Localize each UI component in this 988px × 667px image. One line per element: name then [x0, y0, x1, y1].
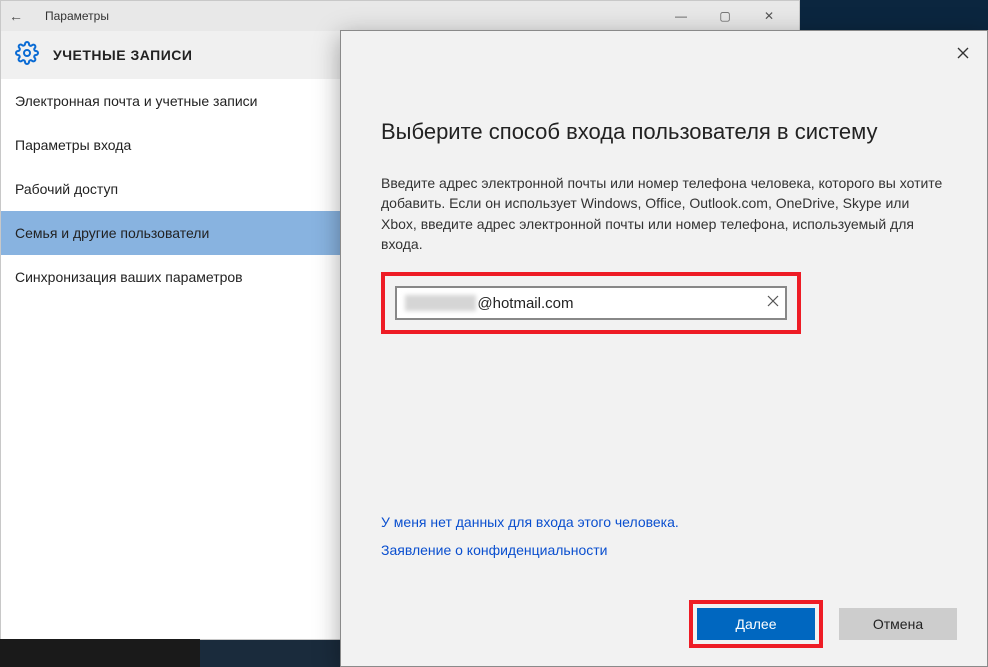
email-input[interactable] [477, 295, 755, 312]
next-button[interactable]: Далее [697, 608, 815, 640]
dialog-title: Выберите способ входа пользователя в сис… [381, 119, 947, 145]
maximize-button[interactable]: ▢ [703, 1, 747, 31]
email-input-container[interactable] [395, 286, 787, 320]
link-no-signin-info[interactable]: У меня нет данных для входа этого челове… [381, 514, 679, 530]
settings-sidebar: Электронная почта и учетные записи Парам… [1, 79, 341, 299]
next-button-callout: Далее [689, 600, 823, 648]
email-input-callout [381, 272, 801, 334]
link-privacy-statement[interactable]: Заявление о конфиденциальности [381, 542, 679, 558]
dialog-description: Введите адрес электронной почты или номе… [381, 173, 947, 254]
sidebar-item-work-access[interactable]: Рабочий доступ [1, 167, 341, 211]
dialog-buttons: Далее Отмена [689, 600, 957, 648]
sidebar-item-signin-options[interactable]: Параметры входа [1, 123, 341, 167]
settings-header-title: УЧЕТНЫЕ ЗАПИСИ [53, 47, 192, 63]
window-controls: — ▢ ✕ [659, 1, 791, 31]
sidebar-item-sync-settings[interactable]: Синхронизация ваших параметров [1, 255, 341, 299]
cancel-button[interactable]: Отмена [839, 608, 957, 640]
settings-window-title: Параметры [45, 9, 109, 23]
close-button[interactable]: ✕ [747, 1, 791, 31]
sidebar-item-family-other-users[interactable]: Семья и другие пользователи [1, 211, 341, 255]
back-arrow-icon[interactable]: ← [9, 8, 29, 24]
minimize-button[interactable]: — [659, 1, 703, 31]
clear-input-icon[interactable] [767, 294, 779, 312]
add-user-dialog: Выберите способ входа пользователя в сис… [340, 30, 988, 667]
settings-titlebar: ← Параметры — ▢ ✕ [1, 1, 799, 31]
taskbar-strip [0, 639, 200, 667]
gear-icon [15, 41, 39, 70]
dialog-links: У меня нет данных для входа этого челове… [381, 514, 679, 570]
sidebar-item-email-accounts[interactable]: Электронная почта и учетные записи [1, 79, 341, 123]
email-redacted-prefix [405, 295, 476, 311]
dialog-close-button[interactable] [949, 39, 977, 67]
dialog-body: Выберите способ входа пользователя в сис… [341, 31, 987, 334]
